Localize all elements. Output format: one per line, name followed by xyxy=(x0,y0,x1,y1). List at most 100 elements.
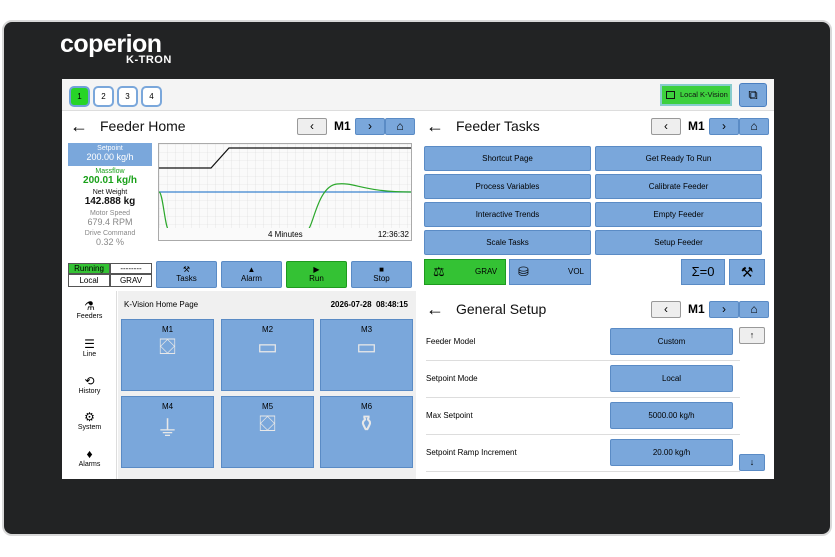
history-icon: ⟲ xyxy=(84,374,95,388)
top-bar: 1 2 3 4 Local K-Vision ⧉ xyxy=(62,79,774,111)
feeder-tile-m5[interactable]: M5 ⛋ xyxy=(221,396,314,468)
net-weight-label: Net Weight xyxy=(92,189,128,196)
brand-line2: K-TRON xyxy=(126,54,172,66)
arrow-down-icon: ↓ xyxy=(749,457,755,467)
feeder-tile-m2[interactable]: M2 ▭ xyxy=(221,319,314,391)
ramp-increment-value[interactable]: 20.00 kg/h xyxy=(610,439,733,466)
feeder-machine-icon: ⚱ xyxy=(357,411,376,436)
monitor-icon xyxy=(666,91,675,99)
channel-3-button[interactable]: 3 xyxy=(117,86,138,107)
setup-row-label: Max Setpoint xyxy=(426,411,473,420)
grav-icon: ⚖ xyxy=(433,264,445,279)
setup-row-label: Feeder Model xyxy=(426,337,476,346)
feeder-tile-m3[interactable]: M3 ▭ xyxy=(320,319,413,391)
nav-feeders[interactable]: ⚗ Feeders xyxy=(62,299,117,320)
chevron-right-icon: › xyxy=(368,119,372,133)
vol-mode-button[interactable]: ⛁ VOL xyxy=(509,259,591,285)
stop-button[interactable]: ■ Stop xyxy=(351,261,412,288)
nav-system[interactable]: ⚙ System xyxy=(62,410,117,431)
home-button[interactable]: ⌂ xyxy=(385,118,415,135)
kvision-time: 08:48:15 xyxy=(375,300,408,309)
interactive-trends-button[interactable]: Interactive Trends xyxy=(424,202,591,227)
setpoint-mode-value[interactable]: Local xyxy=(610,365,733,392)
channel-1-button[interactable]: 1 xyxy=(69,86,90,107)
max-setpoint-value[interactable]: 5000.00 kg/h xyxy=(610,402,733,429)
drive-command-label: Drive Command xyxy=(84,230,136,237)
hmi-screen: 1 2 3 4 Local K-Vision ⧉ ← Feeder Home ‹… xyxy=(62,79,774,479)
setup-feeder-button[interactable]: Setup Feeder xyxy=(595,230,762,255)
feeder-model-value[interactable]: Custom xyxy=(610,328,733,355)
trend-span: 4 Minutes xyxy=(268,230,303,239)
setup-row-max-setpoint: Max Setpoint 5000.00 kg/h xyxy=(426,399,740,435)
run-label: Run xyxy=(309,274,324,283)
back-arrow-icon[interactable]: ← xyxy=(70,116,88,137)
zero-scale-button[interactable]: Σ=0 xyxy=(681,259,725,285)
chevron-left-icon: ‹ xyxy=(664,119,668,133)
bell-icon: ♦ xyxy=(86,447,93,461)
home-button[interactable]: ⌂ xyxy=(739,118,769,135)
calibrate-feeder-button[interactable]: Calibrate Feeder xyxy=(595,174,762,199)
home-icon: ⌂ xyxy=(750,119,758,133)
chevron-left-icon: ‹ xyxy=(310,119,314,133)
net-weight: Net Weight 142.888 kg xyxy=(68,189,152,207)
get-ready-to-run-button[interactable]: Get Ready To Run xyxy=(595,146,762,171)
nav-history-label: History xyxy=(78,388,101,395)
empty-feeder-button[interactable]: Empty Feeder xyxy=(595,202,762,227)
stop-icon: ■ xyxy=(379,265,384,274)
kvision-datetime: 2026-07-28 08:48:15 xyxy=(331,300,408,309)
next-feeder-button[interactable]: › xyxy=(355,118,385,135)
drive-command-value: 0.32 % xyxy=(95,237,125,247)
channel-4-button[interactable]: 4 xyxy=(141,86,162,107)
feeder-machine-icon: ⏚ xyxy=(156,416,179,441)
prev-feeder-button[interactable]: ‹ xyxy=(651,118,681,135)
tasks-icon: ⚒ xyxy=(182,265,191,274)
nav-line[interactable]: ☰ Line xyxy=(62,337,117,358)
nav-alarms[interactable]: ♦ Alarms xyxy=(62,447,117,468)
feeder-tile-m4[interactable]: M4 ⏚ xyxy=(121,396,214,468)
alarm-button[interactable]: ▲ Alarm xyxy=(221,261,282,288)
shortcut-page-button[interactable]: Shortcut Page xyxy=(424,146,591,171)
status-dashes: -------- xyxy=(110,263,152,274)
chevron-left-icon: ‹ xyxy=(664,302,668,316)
network-icon: ⧉ xyxy=(748,87,758,102)
next-feeder-button[interactable]: › xyxy=(709,301,739,318)
feeder-tile-m1[interactable]: M1 ⛋ xyxy=(121,319,214,391)
motor-speed: Motor Speed 679.4 RPM xyxy=(68,210,152,227)
home-button[interactable]: ⌂ xyxy=(739,301,769,318)
line-icon: ☰ xyxy=(84,337,95,351)
general-setup-title: General Setup xyxy=(456,301,547,317)
feeder-machine-icon: ▭ xyxy=(356,334,377,359)
prev-feeder-button[interactable]: ‹ xyxy=(297,118,327,135)
tools-button[interactable]: ⚒ xyxy=(729,259,765,285)
tasks-button[interactable]: ⚒ Tasks xyxy=(156,261,217,288)
back-arrow-icon[interactable]: ← xyxy=(426,299,444,320)
tile-label: M6 xyxy=(360,402,373,411)
nav-history[interactable]: ⟲ History xyxy=(62,374,117,395)
tile-label: M1 xyxy=(161,325,174,334)
process-variables-button[interactable]: Process Variables xyxy=(424,174,591,199)
grav-mode-button[interactable]: ⚖ GRAV xyxy=(424,259,506,285)
prev-feeder-button[interactable]: ‹ xyxy=(651,301,681,318)
nav-line-label: Line xyxy=(82,351,97,358)
setup-row-ramp-increment: Setpoint Ramp Increment 20.00 kg/h xyxy=(426,436,740,472)
tile-label: M2 xyxy=(261,325,274,334)
nav-alarms-label: Alarms xyxy=(78,461,101,468)
scale-tasks-button[interactable]: Scale Tasks xyxy=(424,230,591,255)
kvision-date: 2026-07-28 xyxy=(330,300,372,309)
trend-chart[interactable]: 4 Minutes 12:36:32 xyxy=(158,143,412,241)
scroll-down-button[interactable]: ↓ xyxy=(739,454,765,471)
play-icon: ▶ xyxy=(313,265,320,274)
back-arrow-icon[interactable]: ← xyxy=(426,116,444,137)
local-kvision-button[interactable]: Local K-Vision xyxy=(660,84,732,106)
feeder-tile-m6[interactable]: M6 ⚱ xyxy=(320,396,413,468)
next-feeder-button[interactable]: › xyxy=(709,118,739,135)
bell-icon: ▲ xyxy=(247,265,256,274)
motor-speed-value: 679.4 RPM xyxy=(87,217,133,227)
nav-system-label: System xyxy=(77,424,102,431)
run-button[interactable]: ▶ Run xyxy=(286,261,347,288)
scroll-up-button[interactable]: ↑ xyxy=(739,327,765,344)
network-button[interactable]: ⧉ xyxy=(739,83,767,107)
setpoint-box[interactable]: Setpoint 200.00 kg/h xyxy=(68,143,152,166)
home-icon: ⌂ xyxy=(750,302,758,316)
channel-2-button[interactable]: 2 xyxy=(93,86,114,107)
